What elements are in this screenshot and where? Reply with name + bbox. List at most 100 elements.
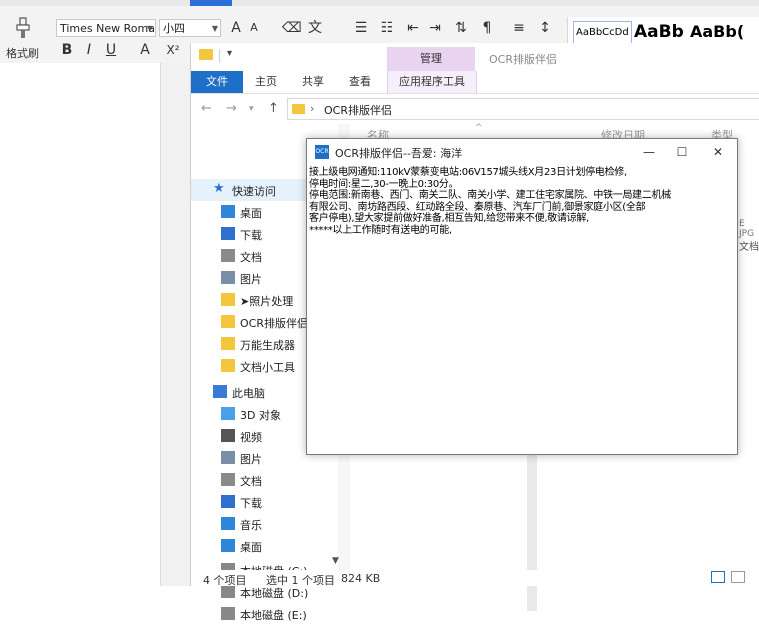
tab-share[interactable]: 共享 [302, 71, 324, 93]
format-painter-label[interactable]: 格式刷 [6, 45, 39, 61]
tab-app-tools[interactable]: 应用程序工具 [387, 71, 477, 93]
document-icon [221, 249, 235, 262]
font-name-combobox[interactable]: Times New Roma ▼ [56, 19, 156, 37]
address-bar-row: ← → ▾ ↑ › OCR排版伴侣 [191, 94, 759, 124]
maximize-icon[interactable]: ☐ [671, 142, 693, 162]
font-size-value: 小四 [163, 22, 185, 35]
italic-button[interactable]: I [80, 40, 98, 60]
folder-icon [199, 49, 213, 60]
sidebar-item-label: 桌面 [240, 541, 262, 554]
style-heading-1[interactable]: AaBb [634, 21, 684, 43]
back-arrow-icon[interactable]: ← [201, 101, 212, 116]
details-view-icon[interactable] [711, 571, 725, 583]
ocr-text-line: 停电范围:新南巷、西门、南关二队、南关小学、建工住宅家属院、中铁一局建二机械 [309, 190, 671, 201]
sidebar-item-label: ➤照片处理 [240, 295, 294, 308]
tab-view[interactable]: 查看 [349, 71, 371, 93]
tab-home[interactable]: 主页 [255, 71, 277, 93]
sidebar-item-label: 3D 对象 [240, 409, 281, 422]
desktop-icon [221, 205, 235, 218]
line-spacing-icon[interactable]: ↕ [536, 18, 554, 38]
sidebar-item-label: 下载 [240, 229, 262, 242]
folder-icon [221, 337, 235, 350]
document-icon [221, 473, 235, 486]
picture-icon [221, 271, 235, 284]
format-painter-icon[interactable] [14, 17, 32, 39]
decrease-indent-icon[interactable]: ⇤ [404, 18, 422, 38]
folder-icon [292, 104, 305, 114]
sidebar-item-label: 图片 [240, 273, 262, 286]
word-tab-strip [0, 0, 759, 6]
word-active-tab[interactable] [190, 0, 232, 6]
grow-font-icon[interactable]: A [227, 18, 245, 38]
align-icon[interactable]: ≡ [510, 18, 528, 38]
sidebar-item-label: 音乐 [240, 519, 262, 532]
sort-ascending-icon: ^ [475, 123, 483, 133]
superscript-button[interactable]: X² [162, 40, 184, 60]
numbering-icon[interactable]: ☷ [378, 18, 396, 38]
divider [219, 49, 220, 63]
sidebar-item-label: 此电脑 [232, 387, 265, 400]
explorer-ribbon-tabs: 文件 主页 共享 查看 应用程序工具 [191, 71, 759, 94]
close-icon[interactable]: ✕ [707, 142, 729, 162]
selected-size: 824 KB [341, 572, 381, 585]
ocr-text-area[interactable]: 接上级电网通知:110kV蒙蔡变电站:06V157城头线X月23日计划停电检修,… [309, 165, 735, 451]
word-page[interactable] [0, 63, 161, 586]
style-normal[interactable]: AaBbCcDd [573, 21, 632, 45]
font-name-value: Times New Roma [60, 22, 155, 35]
sort-icon[interactable]: ⇅ [452, 18, 470, 38]
sidebar-item-label: 文档小工具 [240, 361, 295, 374]
bullets-icon[interactable]: ☰ [352, 18, 370, 38]
style-heading-2[interactable]: AaBb( [690, 21, 744, 43]
forward-arrow-icon[interactable]: → [226, 101, 237, 116]
ocr-text-line: *****以上工作随时有送电的可能, [309, 224, 452, 236]
download-icon [221, 495, 235, 508]
desktop-icon [221, 539, 235, 552]
increase-indent-icon[interactable]: ⇥ [426, 18, 444, 38]
chevron-right-icon[interactable]: › [310, 102, 314, 115]
shrink-font-icon[interactable]: A [245, 18, 263, 38]
sidebar-item[interactable]: 文档 [191, 469, 351, 491]
download-icon [221, 227, 235, 240]
manage-context-tab[interactable]: 管理 [387, 47, 475, 71]
quick-access-dropdown[interactable]: ▾ [227, 48, 232, 59]
clear-format-icon[interactable]: ⌫ [282, 18, 302, 38]
address-box[interactable]: › OCR排版伴侣 [287, 98, 759, 120]
sidebar-item[interactable]: 音乐 [191, 513, 351, 535]
underline-button[interactable]: U [102, 40, 120, 60]
show-marks-icon[interactable]: ¶ [478, 18, 496, 38]
sidebar-item-label: 快速访问 [232, 185, 276, 198]
minimize-icon[interactable]: — [638, 142, 660, 162]
sidebar-item-label: 下载 [240, 497, 262, 510]
music-icon [221, 517, 235, 530]
sidebar-item-label: 文档 [240, 475, 262, 488]
ocr-titlebar: OCR OCR排版伴侣--吾爱: 海洋 — ☐ ✕ [307, 139, 737, 165]
chevron-down-icon[interactable]: ▼ [212, 20, 218, 38]
sidebar-item[interactable]: 下载 [191, 491, 351, 513]
address-path[interactable]: OCR排版伴侣 [324, 102, 392, 118]
computer-icon [213, 385, 227, 398]
sidebar-item[interactable]: 桌面 [191, 535, 351, 557]
sidebar-item-label: 视频 [240, 431, 262, 444]
ocr-text-line: 停电时间:星二,30-一晚上0:30分。 [309, 178, 459, 190]
chevron-down-icon[interactable]: ▼ [147, 20, 153, 38]
sidebar-item-label: 文档 [240, 251, 262, 264]
font-size-combobox[interactable]: 小四 ▼ [159, 19, 221, 37]
explorer-titlebar: ▾ 管理 OCR排版伴侣 [191, 43, 759, 71]
chevron-down-icon[interactable]: ▾ [249, 104, 254, 114]
large-icons-view-icon[interactable] [731, 571, 745, 583]
picture-icon [221, 451, 235, 464]
video-icon [221, 429, 235, 442]
bold-button[interactable]: B [58, 40, 76, 60]
tab-file[interactable]: 文件 [191, 71, 243, 93]
sidebar-item-label: 桌面 [240, 207, 262, 220]
up-arrow-icon[interactable]: ↑ [268, 101, 279, 116]
folder-icon [221, 315, 235, 328]
sidebar-item-label: 万能生成器 [240, 339, 295, 352]
phonetic-guide-icon[interactable]: 文 [306, 18, 324, 38]
folder-icon [221, 293, 235, 306]
font-color-button[interactable]: A [136, 40, 154, 60]
row-type-cell: 文档 [739, 242, 759, 253]
ocr-result-window: OCR OCR排版伴侣--吾爱: 海洋 — ☐ ✕ 接上级电网通知:110kV蒙… [306, 138, 738, 455]
scroll-down-icon[interactable]: ▼ [332, 556, 344, 570]
sidebar-item[interactable]: 本地磁盘 (E:) [191, 603, 351, 625]
